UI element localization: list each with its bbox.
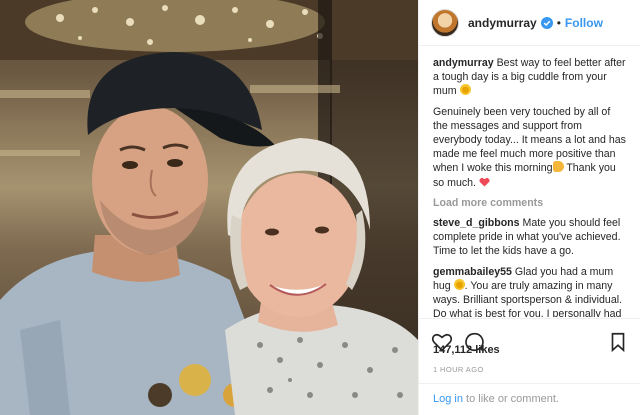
red-heart-emoji-icon xyxy=(479,177,490,187)
list-item: gemmabailey55 Glad you had a mum hug . Y… xyxy=(433,265,627,317)
author-username[interactable]: andymurray xyxy=(468,16,537,30)
flexed-bicep-emoji-icon xyxy=(552,161,564,173)
verified-badge-icon xyxy=(540,16,553,29)
grinning-emoji-icon xyxy=(453,278,465,290)
post-side-panel: andymurray • Follow andymurray Best way … xyxy=(418,0,640,415)
like-count[interactable]: 147,112 likes xyxy=(433,344,500,356)
load-more-comments-button[interactable]: Load more comments xyxy=(433,196,627,210)
post-timestamp[interactable]: 1 HOUR AGO xyxy=(433,365,484,374)
login-prompt-text: to like or comment. xyxy=(462,393,559,405)
list-item: steve_d_gibbons Mate you should feel com… xyxy=(433,216,627,259)
post-photo[interactable] xyxy=(0,0,418,415)
post-header: andymurray • Follow xyxy=(419,0,640,46)
comment-username[interactable]: gemmabailey55 xyxy=(433,266,512,278)
bookmark-icon[interactable] xyxy=(607,331,629,353)
caption: andymurray Best way to feel better after… xyxy=(433,56,627,99)
author-avatar[interactable] xyxy=(431,8,459,37)
photo-illustration xyxy=(0,0,418,415)
login-link[interactable]: Log in xyxy=(433,393,463,405)
follow-button[interactable]: Follow xyxy=(565,16,603,30)
caption-username[interactable]: andymurray xyxy=(433,57,494,69)
caption-continued: Genuinely been very touched by all of th… xyxy=(433,105,627,190)
header-separator: • xyxy=(556,15,561,30)
comment-list[interactable]: andymurray Best way to feel better after… xyxy=(419,47,640,317)
smile-emoji-icon xyxy=(459,84,471,96)
login-prompt: Log in to like or comment. xyxy=(419,383,640,415)
comment-username[interactable]: steve_d_gibbons xyxy=(433,217,520,229)
